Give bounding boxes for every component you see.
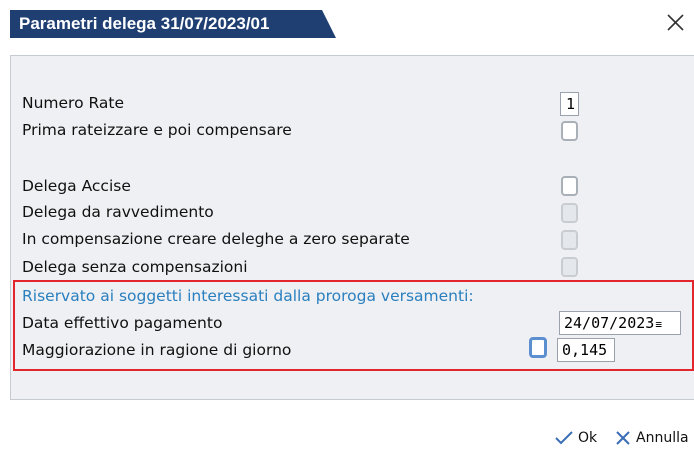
- delega-ravvedimento-checkbox[interactable]: [561, 203, 578, 223]
- ok-button-label: Ok: [578, 430, 598, 446]
- ok-button[interactable]: Ok: [554, 423, 597, 453]
- cancel-icon: [616, 431, 630, 445]
- close-button[interactable]: [662, 10, 688, 36]
- data-pagamento-label: Data effettivo pagamento: [22, 314, 223, 332]
- calendar-icon[interactable]: ≡: [655, 318, 662, 331]
- delega-accise-checkbox[interactable]: [561, 176, 578, 196]
- data-pagamento-input[interactable]: 24/07/2023≡: [559, 311, 681, 335]
- prima-rateizzare-label: Prima rateizzare e poi compensare: [22, 121, 292, 139]
- maggiorazione-checkbox[interactable]: [529, 337, 547, 358]
- delega-ravvedimento-label: Delega da ravvedimento: [22, 203, 214, 221]
- title-tab: Parametri delega 31/07/2023/01: [10, 10, 336, 38]
- compensazione-zero-checkbox[interactable]: [561, 230, 578, 250]
- maggiorazione-input[interactable]: 0,145: [557, 338, 615, 362]
- close-icon: [667, 14, 684, 31]
- delega-accise-label: Delega Accise: [22, 177, 131, 195]
- data-pagamento-value: 24/07/2023: [564, 314, 655, 332]
- dialog-titlebar: Parametri delega 31/07/2023/01: [0, 0, 694, 42]
- annulla-button-label: Annulla: [636, 430, 689, 446]
- maggiorazione-label: Maggiorazione in ragione di giorno: [22, 341, 292, 359]
- compensazione-zero-label: In compensazione creare deleghe a zero s…: [22, 230, 410, 248]
- proroga-section-label: Riservato ai soggetti interessati dalla …: [22, 287, 474, 305]
- annulla-button[interactable]: Annulla: [614, 423, 689, 453]
- check-icon: [555, 431, 573, 445]
- numero-rate-input[interactable]: 1: [560, 92, 579, 116]
- delega-senza-compensazioni-label: Delega senza compensazioni: [22, 258, 248, 276]
- delega-senza-compensazioni-checkbox[interactable]: [561, 257, 578, 277]
- numero-rate-label: Numero Rate: [22, 94, 125, 112]
- prima-rateizzare-checkbox[interactable]: [561, 121, 578, 141]
- dialog-title: Parametri delega 31/07/2023/01: [19, 14, 270, 33]
